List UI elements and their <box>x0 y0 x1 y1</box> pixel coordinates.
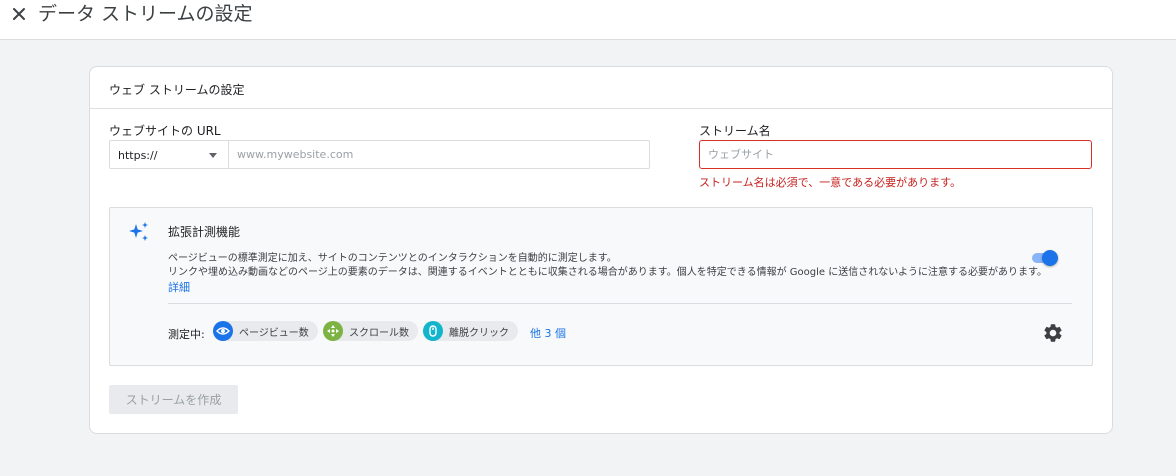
enhanced-measurement-description-2: リンクや埋め込み動画などのページ上の要素のデータは、関連するイベントとともに収集… <box>168 267 1048 278</box>
card-header: ウェブ ストリームの設定 <box>90 67 1112 109</box>
gear-icon[interactable] <box>1042 322 1064 344</box>
stream-name-input[interactable] <box>699 140 1092 169</box>
chip-label: 離脱クリック <box>449 327 509 339</box>
chip-outbound-clicks[interactable]: 離脱クリック <box>423 321 518 341</box>
stream-name-label: ストリーム名 <box>699 124 771 138</box>
more-events-link[interactable]: 他 3 個 <box>530 325 566 341</box>
mouse-icon <box>423 321 443 341</box>
web-stream-settings-card: ウェブ ストリームの設定 ウェブサイトの URL https:// ストリーム名… <box>89 66 1113 434</box>
enhanced-measurement-description-1: ページビューの標準測定に加え、サイトのコンテンツとのインタラクションを自動的に測… <box>168 253 617 264</box>
page-title: データ ストリームの設定 <box>38 3 253 25</box>
measuring-label: 測定中: <box>168 328 205 341</box>
protocol-value: https:// <box>118 149 158 162</box>
learn-more-link[interactable]: 詳細 <box>168 279 190 295</box>
website-url-label: ウェブサイトの URL <box>109 124 221 138</box>
scroll-crosshair-icon <box>323 321 343 341</box>
toggle-knob <box>1042 250 1058 266</box>
create-stream-button[interactable]: ストリームを作成 <box>109 385 238 414</box>
chip-scrolls[interactable]: スクロール数 <box>323 321 418 341</box>
eye-icon <box>213 321 233 341</box>
card-title: ウェブ ストリームの設定 <box>109 83 245 97</box>
protocol-select[interactable]: https:// <box>110 141 229 168</box>
website-url-input[interactable] <box>229 141 649 168</box>
website-url-group: https:// <box>109 140 650 169</box>
close-button[interactable] <box>8 3 30 25</box>
enhanced-measurement-panel: 拡張計測機能 ページビューの標準測定に加え、サイトのコンテンツとのインタラクショ… <box>109 207 1093 366</box>
enhanced-measurement-title: 拡張計測機能 <box>168 225 241 239</box>
divider <box>168 303 1072 304</box>
enhanced-measurement-toggle[interactable] <box>1030 248 1060 268</box>
top-bar: データ ストリームの設定 <box>0 0 1176 40</box>
stream-name-error: ストリーム名は必須で、一意である必要があります。 <box>699 176 962 189</box>
caret-down-icon <box>209 153 217 158</box>
sparkle-icon <box>129 222 148 241</box>
chip-label: スクロール数 <box>349 327 409 339</box>
chip-page-views[interactable]: ページビュー数 <box>213 321 318 341</box>
chip-label: ページビュー数 <box>239 327 309 339</box>
close-icon <box>13 8 25 20</box>
